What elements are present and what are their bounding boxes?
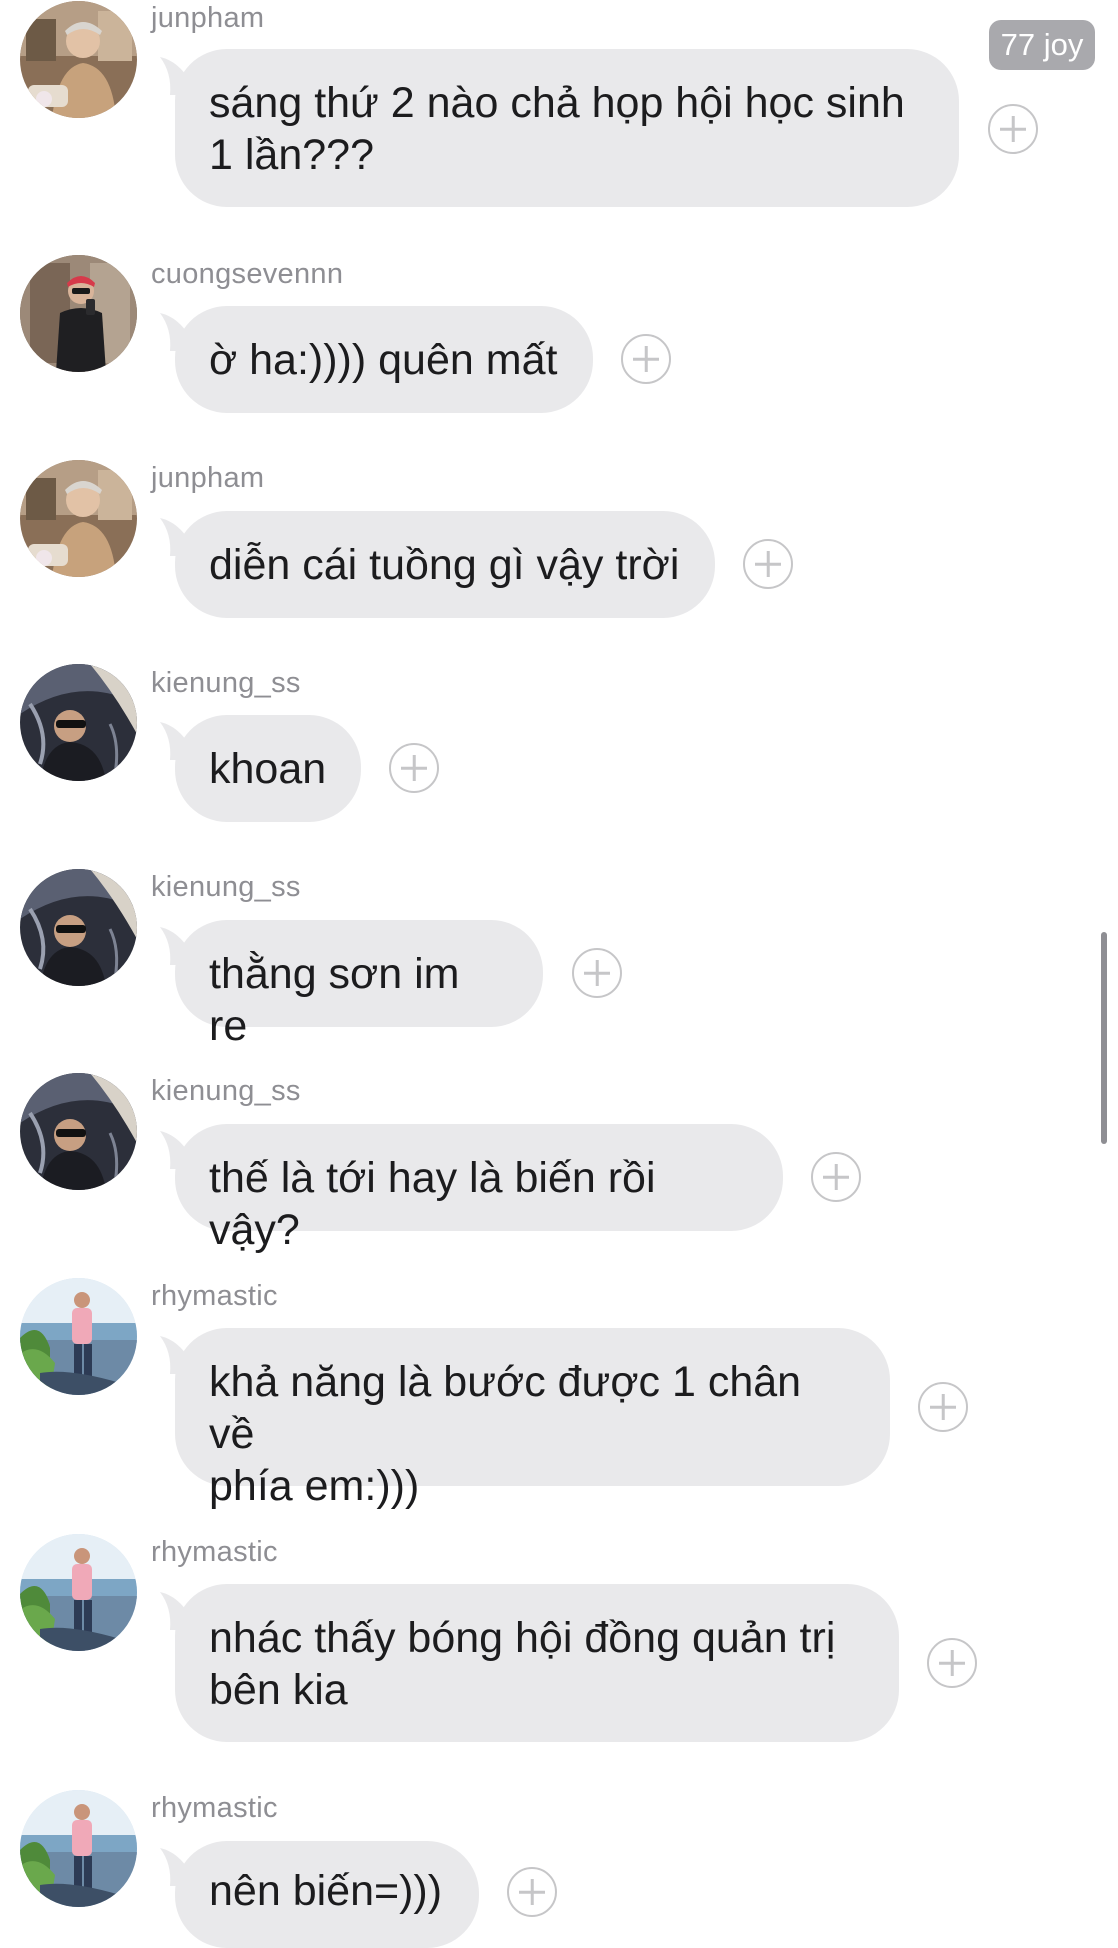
add-reaction-button[interactable] [507,1867,557,1917]
message-bubble[interactable]: nhác thấy bóng hội đồng quản trị bên kia [175,1584,899,1742]
avatar-junpham[interactable] [20,460,137,577]
scrollbar[interactable] [1101,932,1107,1144]
username: kienung_ss [151,667,301,699]
username: rhymastic [151,1792,278,1824]
add-reaction-button[interactable] [621,334,671,384]
username: junpham [151,2,265,34]
avatar-kienung[interactable] [20,869,137,986]
add-reaction-button[interactable] [389,743,439,793]
add-reaction-button[interactable] [743,539,793,589]
username: cuongsevennn [151,258,344,290]
message-bubble[interactable]: thế là tới hay là biến rồi vậy? [175,1124,783,1254]
chat-thread: 77 joy junpham sáng thứ 2 nào chả họp hộ… [0,0,1118,1948]
message-bubble[interactable]: sáng thứ 2 nào chả họp hội học sinh 1 lầ… [175,49,959,207]
message-bubble[interactable]: nên biến=))) [175,1841,479,1948]
username: kienung_ss [151,1075,301,1107]
username: junpham [151,462,265,494]
avatar-rhymastic[interactable] [20,1534,137,1651]
add-reaction-button[interactable] [572,948,622,998]
username: rhymastic [151,1536,278,1568]
reaction-badge[interactable]: 77 joy [989,20,1095,70]
message-bubble[interactable]: khả năng là bước được 1 chân về phía em:… [175,1328,890,1510]
avatar-rhymastic[interactable] [20,1790,137,1907]
message-bubble[interactable]: khoan [175,715,361,822]
avatar-kienung[interactable] [20,664,137,781]
username: rhymastic [151,1280,278,1312]
add-reaction-button[interactable] [918,1382,968,1432]
add-reaction-button[interactable] [811,1152,861,1202]
message-bubble[interactable]: thằng sơn im re [175,920,543,1050]
message-bubble[interactable]: ờ ha:)))) quên mất [175,306,593,413]
message-bubble[interactable]: diễn cái tuồng gì vậy trời [175,511,715,618]
avatar-kienung[interactable] [20,1073,137,1190]
add-reaction-button[interactable] [988,104,1038,154]
avatar-rhymastic[interactable] [20,1278,137,1395]
avatar-junpham[interactable] [20,1,137,118]
avatar-cuongsevennn[interactable] [20,255,137,372]
add-reaction-button[interactable] [927,1638,977,1688]
username: kienung_ss [151,871,301,903]
